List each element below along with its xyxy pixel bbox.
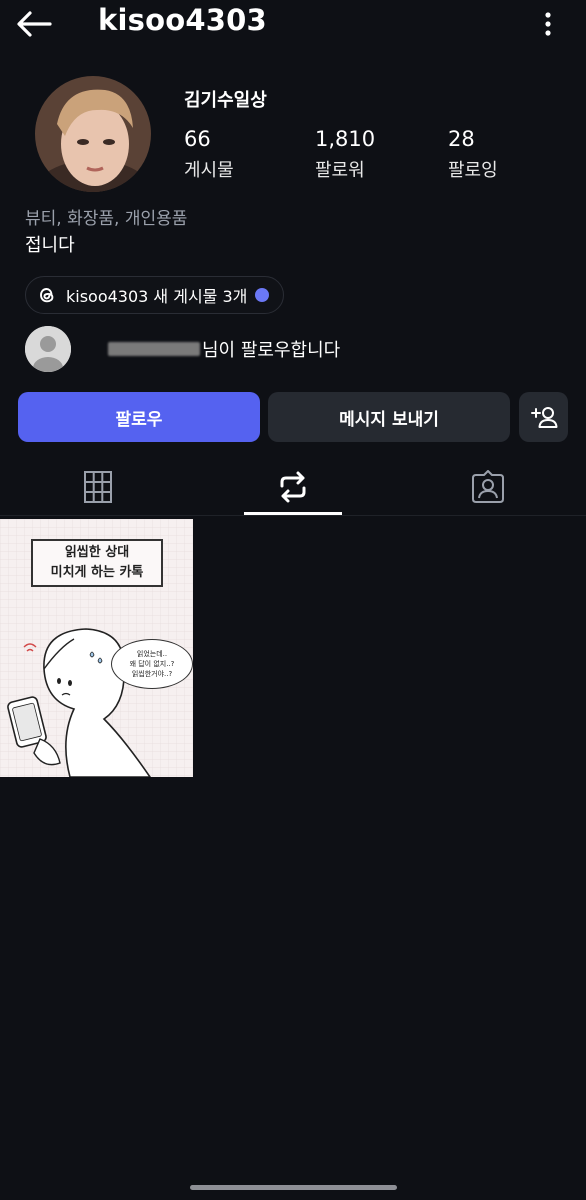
stat-followers-value: 1,810 <box>315 127 376 151</box>
redacted-username <box>108 342 200 356</box>
back-button[interactable] <box>16 6 56 42</box>
tab-reposts[interactable] <box>195 458 391 516</box>
mutual-followers[interactable]: 님이 팔로우합니다 <box>25 326 340 372</box>
mutual-follow-text: 님이 팔로우합니다 <box>202 340 341 361</box>
bubble-line-1: 읽었는데.. <box>136 650 168 658</box>
profile-tabs <box>0 458 586 516</box>
profile-avatar[interactable] <box>35 76 151 192</box>
home-indicator[interactable] <box>190 1185 397 1190</box>
speech-bubble: 읽었는데.. 왜 답이 없지..? 읽씹한거야..? <box>111 639 193 689</box>
add-user-icon <box>530 407 557 428</box>
post-title-card: 읽씹한 상대 미치게 하는 카톡 <box>31 539 163 587</box>
more-options-button[interactable] <box>534 8 562 40</box>
profile-bio: 접니다 <box>25 235 75 256</box>
grid-icon <box>84 471 112 503</box>
arrow-left-icon <box>17 11 52 37</box>
mutual-avatar <box>25 326 71 372</box>
stat-following-value: 28 <box>448 127 475 151</box>
stat-following-label: 팔로잉 <box>448 160 498 181</box>
threads-badge[interactable]: kisoo4303 새 게시물 3개 <box>25 276 285 314</box>
message-button[interactable]: 메시지 보내기 <box>268 392 510 442</box>
post-thumbnail[interactable]: 읽씹한 상대 미치게 하는 카톡 읽었는데.. 왜 답이 없지..? 읽씹한거야… <box>0 519 193 777</box>
tagged-icon <box>472 470 504 503</box>
stat-posts-label: 게시물 <box>184 160 234 181</box>
stat-following[interactable]: 28 팔로잉 <box>448 126 498 182</box>
add-user-button[interactable] <box>519 392 568 442</box>
profile-category: 뷰티, 화장품, 개인용품 <box>25 209 188 229</box>
selected-tab-indicator <box>244 512 342 515</box>
repost-icon <box>280 471 306 503</box>
follow-button[interactable]: 팔로우 <box>18 392 260 442</box>
stat-followers[interactable]: 1,810 팔로워 <box>315 126 375 182</box>
post-title-line-1: 읽씹한 상대 <box>64 545 130 560</box>
stat-posts: 66 게시물 <box>184 126 234 182</box>
threads-icon <box>40 288 54 303</box>
bubble-line-3: 읽씹한거야..? <box>131 670 173 678</box>
profile-username: kisoo4303 <box>98 3 267 37</box>
bubble-line-2: 왜 답이 없지..? <box>129 660 175 668</box>
more-vertical-icon <box>545 12 551 36</box>
threads-text: kisoo4303 새 게시물 3개 <box>66 287 248 306</box>
display-name: 김기수일상 <box>184 90 267 111</box>
top-bar: kisoo4303 <box>0 0 586 48</box>
stat-posts-value: 66 <box>184 127 211 151</box>
tab-tagged[interactable] <box>390 458 586 516</box>
threads-new-dot <box>255 288 270 302</box>
stat-followers-label: 팔로워 <box>315 160 365 181</box>
post-title-line-2: 미치게 하는 카톡 <box>50 565 144 580</box>
tab-grid[interactable] <box>0 458 196 516</box>
